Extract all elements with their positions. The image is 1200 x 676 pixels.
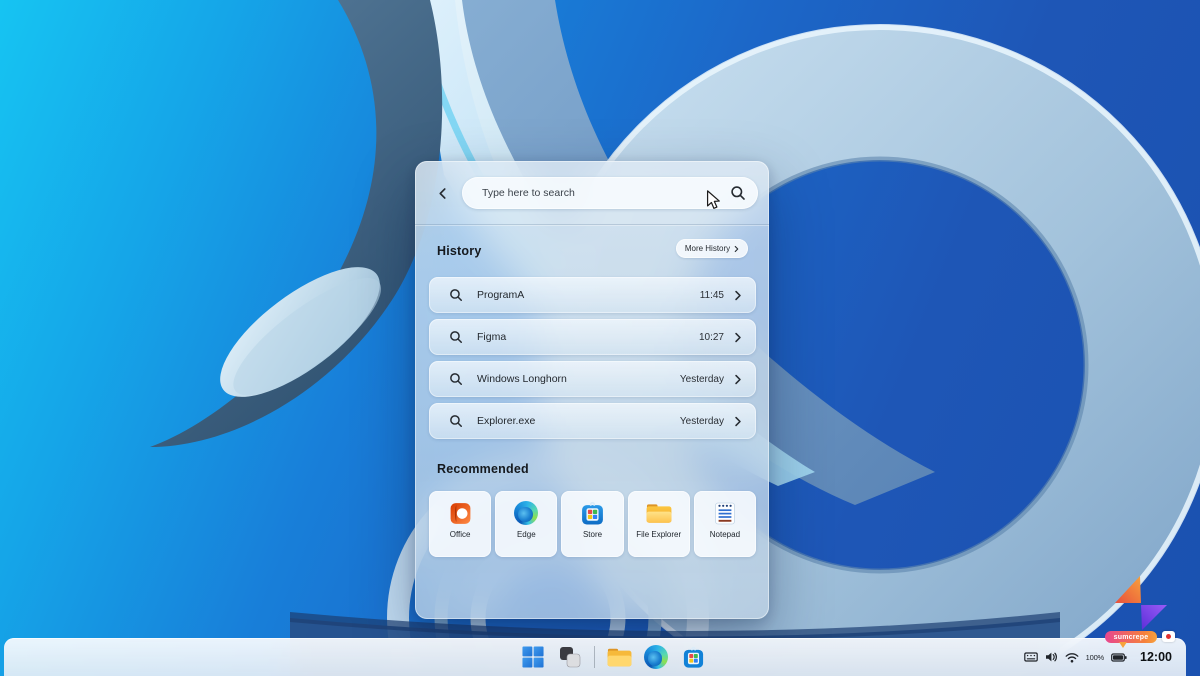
task-view-button[interactable] [557,644,583,670]
back-button[interactable] [433,183,451,203]
taskbar-divider [594,646,595,668]
watermark: sumcrepe [1105,631,1175,648]
keyboard-icon[interactable] [1023,652,1038,662]
battery-icon[interactable] [1111,652,1127,662]
history-item-explorer-exe[interactable]: Explorer.exe Yesterday [429,403,756,439]
file-explorer-icon [607,648,631,666]
tile-file-explorer[interactable]: File Explorer [627,491,690,557]
more-history-button[interactable]: More History [676,239,748,258]
history-item-label: Figma [477,331,507,343]
start-button[interactable] [520,644,546,670]
search-input[interactable] [480,186,730,200]
chevron-right-icon [735,332,741,342]
more-history-label: More History [684,244,731,253]
store-icon [683,646,703,668]
history-item-time: Yesterday [679,373,724,385]
taskbar-store[interactable] [680,644,706,670]
tile-notepad[interactable]: Notepad [693,491,757,557]
history-item-time: 11:45 [699,289,724,301]
tile-office[interactable]: Office [429,491,492,557]
office-icon [447,500,473,526]
search-icon [450,373,462,385]
taskbar-clock[interactable]: 12:00 [1140,650,1172,664]
history-item-programa[interactable]: ProgramA 11:45 [429,277,756,313]
task-view-icon [560,647,581,668]
history-item-label: ProgramA [477,289,525,301]
tile-label: Notepad [709,530,741,539]
history-item-windows-longhorn[interactable]: Windows Longhorn Yesterday [429,361,756,397]
recommended-title: Recommended [437,462,529,476]
chevron-right-icon [735,290,741,300]
tile-store[interactable]: Store [561,491,624,557]
wifi-icon[interactable] [1065,652,1079,663]
search-panel-header [415,161,769,225]
search-box [462,177,758,209]
taskbar-center [520,638,706,676]
tile-label: File Explorer [636,530,682,539]
recommended-tiles: Office Edge Store File Explorer Notepad [429,491,757,557]
desktop: History More History ProgramA 11:45 Figm… [0,0,1200,676]
taskbar: 100% 12:00 [4,638,1186,676]
search-icon [450,331,462,343]
search-icon [450,289,462,301]
search-panel: History More History ProgramA 11:45 Figm… [415,161,769,619]
history-item-label: Explorer.exe [477,415,536,427]
tile-label: Office [449,530,471,539]
tile-label: Edge [516,530,536,539]
chevron-right-icon [735,374,741,384]
history-item-time: 10:27 [698,331,724,343]
chevron-right-icon [734,245,739,252]
watermark-pill: sumcrepe [1105,631,1157,648]
chevron-right-icon [735,416,741,426]
flag-badge-icon [1162,631,1175,642]
tile-edge[interactable]: Edge [495,491,558,557]
taskbar-file-explorer[interactable] [606,644,632,670]
edge-icon [513,500,539,526]
watermark-label: sumcrepe [1113,633,1149,641]
windows-logo-icon [522,646,544,668]
history-title: History [437,244,482,258]
notepad-icon [712,500,738,526]
history-item-figma[interactable]: Figma 10:27 [429,319,756,355]
search-icon [450,415,462,427]
file-explorer-icon [646,500,672,526]
tile-label: Store [582,530,603,539]
volume-icon[interactable] [1045,651,1058,663]
search-submit-icon[interactable] [730,185,746,201]
history-item-label: Windows Longhorn [477,373,567,385]
chevron-left-icon [438,187,446,199]
edge-icon [644,645,668,669]
store-icon [580,500,606,526]
battery-percent: 100% [1085,652,1105,662]
history-item-time: Yesterday [679,415,724,427]
taskbar-edge[interactable] [643,644,669,670]
system-tray: 100% 12:00 [1023,638,1172,676]
